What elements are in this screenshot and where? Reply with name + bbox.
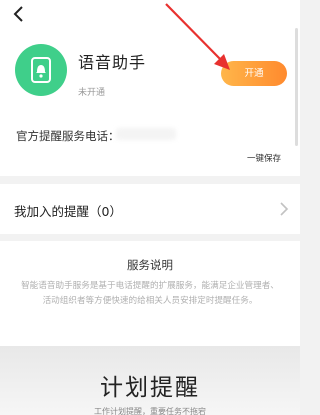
service-description: 服务说明 智能语音助手服务是基于电话提醒的扩展服务，能满足企业管理者、活动组织者… xyxy=(0,241,300,346)
service-phone-label: 官方提醒服务电话： xyxy=(16,129,120,143)
save-contact-link[interactable]: 一键保存 xyxy=(247,152,281,164)
service-phone-value xyxy=(116,128,176,140)
plan-reminder-banner: 计划提醒 工作计划提醒，重要任务不拖宕 xyxy=(0,346,300,415)
joined-reminders-label: 我加入的提醒（0） xyxy=(14,204,122,219)
plan-title: 计划提醒 xyxy=(100,375,200,401)
header-card: 语音助手 未开通 开通 官方提醒服务电话： 一键保存 xyxy=(0,0,300,176)
joined-reminders-row[interactable]: 我加入的提醒（0） xyxy=(0,184,300,234)
red-arrow-annotation xyxy=(165,3,230,70)
description-title: 服务说明 xyxy=(127,258,173,272)
plan-subtitle: 工作计划提醒，重要任务不拖宕 xyxy=(94,407,206,415)
chevron-right-icon xyxy=(280,202,289,216)
description-body: 智能语音助手服务是基于电话提醒的扩展服务，能满足企业管理者、活动组织者等方便快速… xyxy=(21,281,279,306)
scrollbar[interactable] xyxy=(295,28,298,146)
